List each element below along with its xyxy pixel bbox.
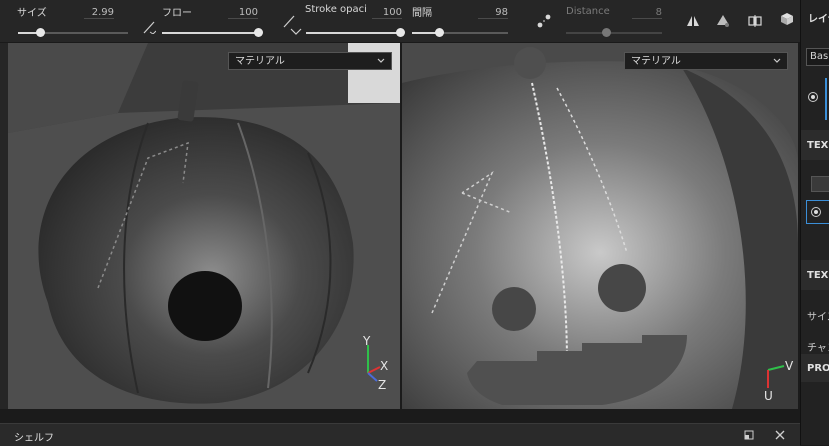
channel-row-label: チャン — [807, 343, 829, 354]
pumpkin-3d-render — [8, 43, 400, 409]
material-dropdown-right[interactable]: マテリアル — [624, 52, 788, 70]
pen-pressure-icon[interactable] — [142, 20, 157, 35]
cube-icon[interactable] — [780, 12, 794, 26]
axis-u-label: U — [764, 389, 773, 403]
close-icon[interactable] — [775, 430, 785, 440]
pumpkin-uv-texture — [402, 43, 798, 409]
flow-value[interactable]: 100 — [228, 7, 258, 19]
texture-section-label-1: TEX — [807, 140, 829, 151]
material-dropdown-right-label: マテリアル — [631, 56, 681, 67]
axis-y-label: Y — [363, 334, 371, 348]
stroke-opacity-slider[interactable] — [306, 28, 406, 37]
flow-pressure-chevron-icon[interactable] — [289, 24, 303, 38]
axis-v-label: V — [785, 359, 794, 373]
distance-label: Distance — [566, 6, 610, 17]
layer-panel: レイヤ Bas TEX TEX サイス チャン PRO — [800, 0, 829, 445]
viewport-3d[interactable]: マテリアル Y X Z — [8, 43, 400, 409]
texture-button[interactable] — [811, 176, 829, 192]
shelf-panel: シェルフ — [0, 423, 800, 446]
size-label: サイズ — [17, 8, 47, 19]
size-slider[interactable] — [18, 28, 128, 37]
paint-mode-icon[interactable] — [716, 14, 730, 28]
texture-section-label-2: TEX — [807, 270, 829, 281]
distance-value[interactable]: 8 — [632, 7, 662, 19]
size-row-label: サイス — [807, 312, 829, 323]
spacing-slider[interactable] — [412, 28, 508, 37]
properties-section-header[interactable]: PRO — [801, 354, 829, 382]
left-tool-strip — [0, 43, 8, 409]
flow-label: フロー — [162, 8, 192, 19]
distance-slider[interactable] — [566, 28, 662, 37]
stroke-opacity-value[interactable]: 100 — [372, 7, 402, 19]
undock-icon[interactable] — [744, 430, 754, 440]
chevron-down-icon — [773, 58, 781, 63]
brush-toolbar: サイズ 2.99 フロー 100 Stroke opaci 100 間隔 98 … — [0, 0, 800, 43]
axis-x-label: X — [380, 359, 389, 373]
symmetry-icon[interactable] — [686, 14, 700, 28]
chevron-down-icon — [377, 58, 385, 63]
layer-panel-title: レイヤ — [808, 14, 829, 25]
texture-section-header-1[interactable]: TEX — [801, 130, 829, 160]
viewport-2d[interactable]: マテリアル V U — [402, 43, 798, 409]
axis-z-label: Z — [378, 378, 387, 392]
material-dropdown-left-label: マテリアル — [235, 56, 285, 67]
stroke-opacity-label: Stroke opaci — [305, 4, 367, 15]
layer-visibility-toggle[interactable] — [808, 92, 818, 102]
texture-slot-selected[interactable] — [806, 200, 829, 224]
spacing-label: 間隔 — [412, 8, 432, 19]
texture-section-header-2[interactable]: TEX — [801, 260, 829, 290]
mirror-icon[interactable] — [748, 14, 762, 28]
shelf-title: シェルフ — [14, 433, 54, 444]
layer-blend-select-label: Bas — [810, 51, 829, 62]
size-value[interactable]: 2.99 — [84, 7, 114, 19]
material-dropdown-left[interactable]: マテリアル — [228, 52, 392, 70]
lazy-mouse-icon[interactable] — [537, 14, 551, 28]
layer-blend-select[interactable]: Bas — [806, 48, 829, 66]
flow-slider[interactable] — [162, 28, 264, 37]
spacing-value[interactable]: 98 — [478, 7, 508, 19]
properties-section-label: PRO — [807, 363, 829, 374]
layer-selected-indicator — [825, 78, 827, 120]
